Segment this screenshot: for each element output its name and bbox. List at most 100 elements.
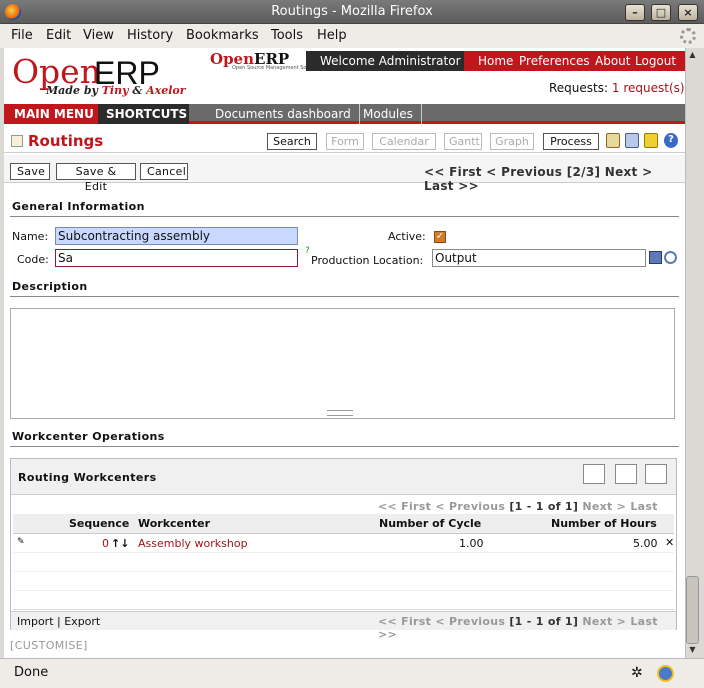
header: Open ERP Made by Tiny & Axelor OpenERP O… [4,48,685,102]
logo-amp: & [132,84,143,97]
print-grid-icon[interactable] [615,464,637,484]
requests: Requests: 1 request(s) [549,81,685,95]
grid-next-top[interactable]: Next > [582,500,626,513]
nav-modules[interactable]: Modules [355,104,422,124]
welcome-text: Welcome Administrator [306,51,464,71]
row-sequence: 0 [102,537,109,550]
workcenter-divider [10,446,679,447]
menu-history[interactable]: History [127,28,173,43]
about-link[interactable]: About [595,54,630,68]
alert-icon[interactable] [644,133,658,148]
row-hours: 5.00 [633,537,658,550]
description-title: Description [12,280,88,293]
graph-view-button[interactable]: Graph [490,133,534,150]
delete-row-icon[interactable]: ✕ [665,536,674,549]
status-text: Done [14,665,49,680]
name-input[interactable]: Subcontracting assembly [55,227,298,245]
col-workcenter[interactable]: Workcenter [138,517,210,530]
cancel-button[interactable]: Cancel [140,163,188,180]
edit-doc-icon [11,135,23,147]
customise-link[interactable]: [CUSTOMISE] [10,639,88,652]
maximize-button[interactable]: □ [651,4,671,21]
empty-row [13,591,674,610]
grid-first-bottom[interactable]: << First [378,615,431,628]
import-export-separator: | [57,615,61,628]
grid-title: Routing Workcenters [18,471,157,484]
grid-first-top[interactable]: << First [378,500,431,513]
col-hours[interactable]: Number of Hours [551,517,657,530]
home-link[interactable]: Home [478,54,513,68]
help-mark[interactable]: ? [305,246,310,256]
gantt-view-button[interactable]: Gantt [444,133,482,150]
bug-icon[interactable]: ✲ [631,665,643,681]
row-cycles: 1.00 [459,537,484,550]
grid-next-bottom[interactable]: Next > [582,615,626,628]
name-label: Name: [12,230,49,243]
requests-link[interactable]: 1 request(s) [612,81,685,95]
workcenter-title: Workcenter Operations [12,430,165,443]
grid-column-headers: Sequence Workcenter Number of Cycle Numb… [13,514,674,534]
clipboard-icon[interactable] [606,133,620,148]
form-view-button[interactable]: Form [326,133,364,150]
reorder-arrows-icon[interactable]: ↑↓ [111,537,129,550]
logout-link[interactable]: Logout [635,54,676,68]
edit-row-icon[interactable]: ✎ [17,537,25,547]
import-link[interactable]: Import [17,615,54,628]
update-icon[interactable] [657,665,674,682]
table-row[interactable]: ✎ 0 ↑↓ Assembly workshop 1.00 5.00 ✕ [13,534,674,553]
folder-icon[interactable] [649,251,662,264]
logo-tiny: Tiny [101,84,129,97]
help-icon[interactable]: ? [664,133,678,148]
save-edit-button[interactable]: Save & Edit [56,163,136,193]
page-title: Routings [28,132,104,150]
menu-help[interactable]: Help [317,28,347,43]
nav-documents-dashboard[interactable]: Documents dashboard [207,104,360,124]
search-view-button[interactable]: Search [267,133,317,150]
close-window-button[interactable]: × [678,4,698,21]
grid-import-export: Import | Export [17,615,100,628]
calendar-view-button[interactable]: Calendar [372,133,436,150]
menu-view[interactable]: View [83,28,114,43]
export-link[interactable]: Export [64,615,100,628]
logo-tagline-text: Made by [46,84,98,97]
scroll-thumb[interactable] [686,576,699,644]
vertical-scrollbar[interactable] [685,48,700,658]
production-location-input[interactable]: Output [432,249,646,267]
list-icon[interactable] [645,464,667,484]
minimize-button[interactable]: – [625,4,645,21]
window-titlebar: Routings - Mozilla Firefox – □ × [0,0,704,24]
menubar: File Edit View History Bookmarks Tools H… [0,24,704,48]
active-label: Active: [388,230,426,243]
nav-main-menu[interactable]: MAIN MENU [4,104,98,124]
grid-pager-bottom[interactable]: << First < Previous [1 - 1 of 1] Next > … [378,615,676,641]
print-icon[interactable] [625,133,639,148]
logo-tagline: Made by Tiny & Axelor [46,84,186,97]
active-checkbox[interactable]: ✓ [434,231,446,243]
empty-row [13,572,674,591]
grid-prev-top[interactable]: < Previous [435,500,505,513]
grid-footer: Import | Export << First < Previous [1 -… [11,611,676,641]
record-pager[interactable]: << First < Previous [2/3] Next > Last >> [424,165,685,193]
grid-prev-bottom[interactable]: < Previous [435,615,505,628]
process-view-button[interactable]: Process [543,133,599,150]
code-input[interactable]: Sa [55,249,298,267]
resize-grip-icon[interactable] [327,410,353,416]
menu-bookmarks[interactable]: Bookmarks [186,28,259,43]
row-workcenter[interactable]: Assembly workshop [138,537,248,550]
new-record-icon[interactable] [583,464,605,484]
nav-shortcuts[interactable]: SHORTCUTS [98,104,189,124]
view-title-row: Routings Search Form Calendar Gantt Grap… [4,127,685,153]
menu-edit[interactable]: Edit [46,28,71,43]
description-textarea[interactable] [10,308,675,419]
menu-file[interactable]: File [11,28,33,43]
production-location-label: Production Location: [311,254,424,267]
preferences-link[interactable]: Preferences [519,54,590,68]
window-title: Routings - Mozilla Firefox [271,4,433,19]
search-icon[interactable] [664,251,677,264]
scroll-down-icon[interactable]: ▼ [686,645,699,657]
scroll-up-icon[interactable]: ▲ [686,50,699,62]
menu-tools[interactable]: Tools [271,28,303,43]
col-cycles[interactable]: Number of Cycle [379,517,481,530]
col-sequence[interactable]: Sequence [69,517,129,530]
save-button[interactable]: Save [10,163,50,180]
